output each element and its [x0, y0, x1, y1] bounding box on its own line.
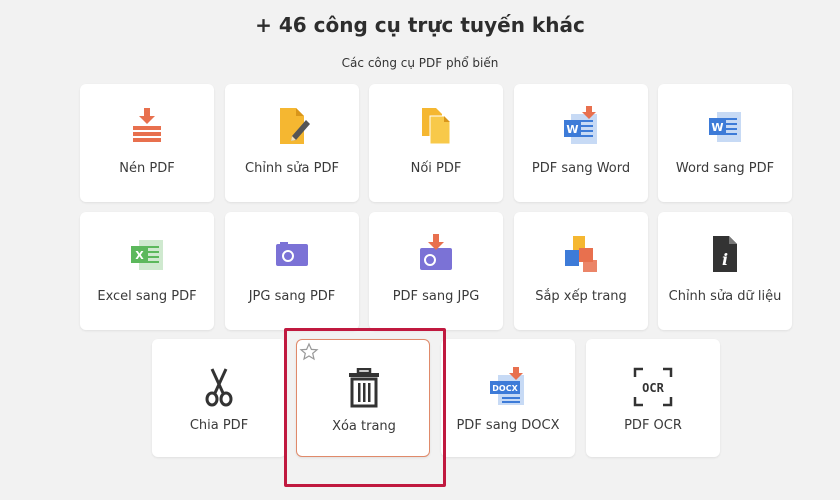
pdf-to-docx-icon: DOCX — [488, 367, 528, 407]
tool-label: PDF sang Word — [531, 161, 631, 176]
tool-card-organize[interactable]: Sắp xếp trang — [514, 212, 648, 330]
tool-label: PDF sang JPG — [392, 289, 480, 304]
tool-card-jpg-to-pdf[interactable]: JPG sang PDF — [225, 212, 359, 330]
svg-text:W: W — [711, 121, 723, 134]
tool-card-compress[interactable]: Nén PDF — [80, 84, 214, 202]
merge-icon — [416, 106, 456, 146]
excel-to-pdf-icon: X — [127, 234, 167, 274]
compress-icon — [127, 106, 167, 146]
organize-pages-icon — [561, 234, 601, 274]
edit-pdf-icon — [272, 106, 312, 146]
tool-card-edit-metadata[interactable]: i Chỉnh sửa dữ liệu — [658, 212, 792, 330]
tool-card-ocr[interactable]: OCR PDF OCR — [586, 339, 720, 457]
trash-icon — [344, 368, 384, 408]
tool-label: Nối PDF — [410, 161, 462, 176]
tool-label: PDF sang DOCX — [456, 418, 560, 433]
tool-card-word-to-pdf[interactable]: W Word sang PDF — [658, 84, 792, 202]
svg-text:DOCX: DOCX — [492, 384, 518, 393]
svg-text:OCR: OCR — [642, 381, 664, 395]
edit-metadata-icon: i — [705, 234, 745, 274]
tool-card-pdf-to-docx[interactable]: DOCX PDF sang DOCX — [441, 339, 575, 457]
word-to-pdf-icon: W — [705, 106, 745, 146]
tool-label: PDF OCR — [624, 418, 682, 433]
ocr-icon: OCR — [633, 367, 673, 407]
jpg-to-pdf-icon — [272, 234, 312, 274]
tool-label: Excel sang PDF — [97, 289, 197, 304]
tool-card-merge[interactable]: Nối PDF — [369, 84, 503, 202]
tool-label: Xóa trang — [332, 419, 396, 434]
tool-card-pdf-to-jpg[interactable]: PDF sang JPG — [369, 212, 503, 330]
pdf-to-jpg-icon — [416, 234, 456, 274]
tool-label: Chia PDF — [189, 418, 249, 433]
scissors-icon — [199, 367, 239, 407]
svg-text:W: W — [566, 123, 578, 136]
tool-label: Chỉnh sửa dữ liệu — [668, 289, 782, 304]
svg-text:i: i — [722, 250, 728, 269]
tool-label: Sắp xếp trang — [535, 289, 627, 304]
tool-card-edit-pdf[interactable]: Chỉnh sửa PDF — [225, 84, 359, 202]
tool-label: JPG sang PDF — [248, 289, 336, 304]
tool-card-pdf-to-word[interactable]: W PDF sang Word — [514, 84, 648, 202]
svg-text:X: X — [135, 249, 144, 262]
section-subtitle: Các công cụ PDF phổ biến — [341, 56, 499, 70]
tool-card-split[interactable]: Chia PDF — [152, 339, 286, 457]
tool-label: Word sang PDF — [675, 161, 775, 176]
tool-label: Nén PDF — [119, 161, 175, 176]
tool-label: Chỉnh sửa PDF — [245, 161, 339, 176]
page-title: + 46 công cụ trực tuyến khác — [255, 13, 585, 37]
tool-card-delete-pages[interactable]: Xóa trang — [296, 339, 430, 457]
tool-card-excel-to-pdf[interactable]: X Excel sang PDF — [80, 212, 214, 330]
pdf-to-word-icon: W — [561, 106, 601, 146]
star-icon[interactable] — [299, 342, 319, 362]
